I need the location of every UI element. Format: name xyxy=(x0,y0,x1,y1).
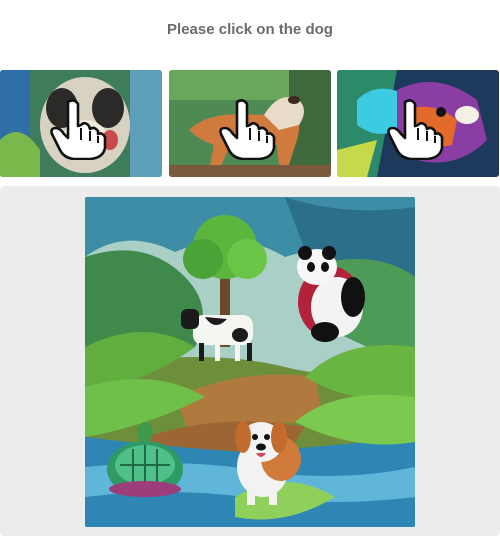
challenge-scene[interactable] xyxy=(85,197,415,527)
pointer-hand-icon xyxy=(50,99,107,160)
pointer-hand-icon xyxy=(219,99,276,160)
example-image-1 xyxy=(0,70,162,177)
example-image-3 xyxy=(337,70,499,177)
challenge-area xyxy=(0,186,500,536)
example-strip xyxy=(0,70,500,177)
captcha-instruction: Please click on the dog xyxy=(167,21,333,38)
pointer-hand-icon xyxy=(387,99,444,160)
example-image-2 xyxy=(169,70,331,177)
